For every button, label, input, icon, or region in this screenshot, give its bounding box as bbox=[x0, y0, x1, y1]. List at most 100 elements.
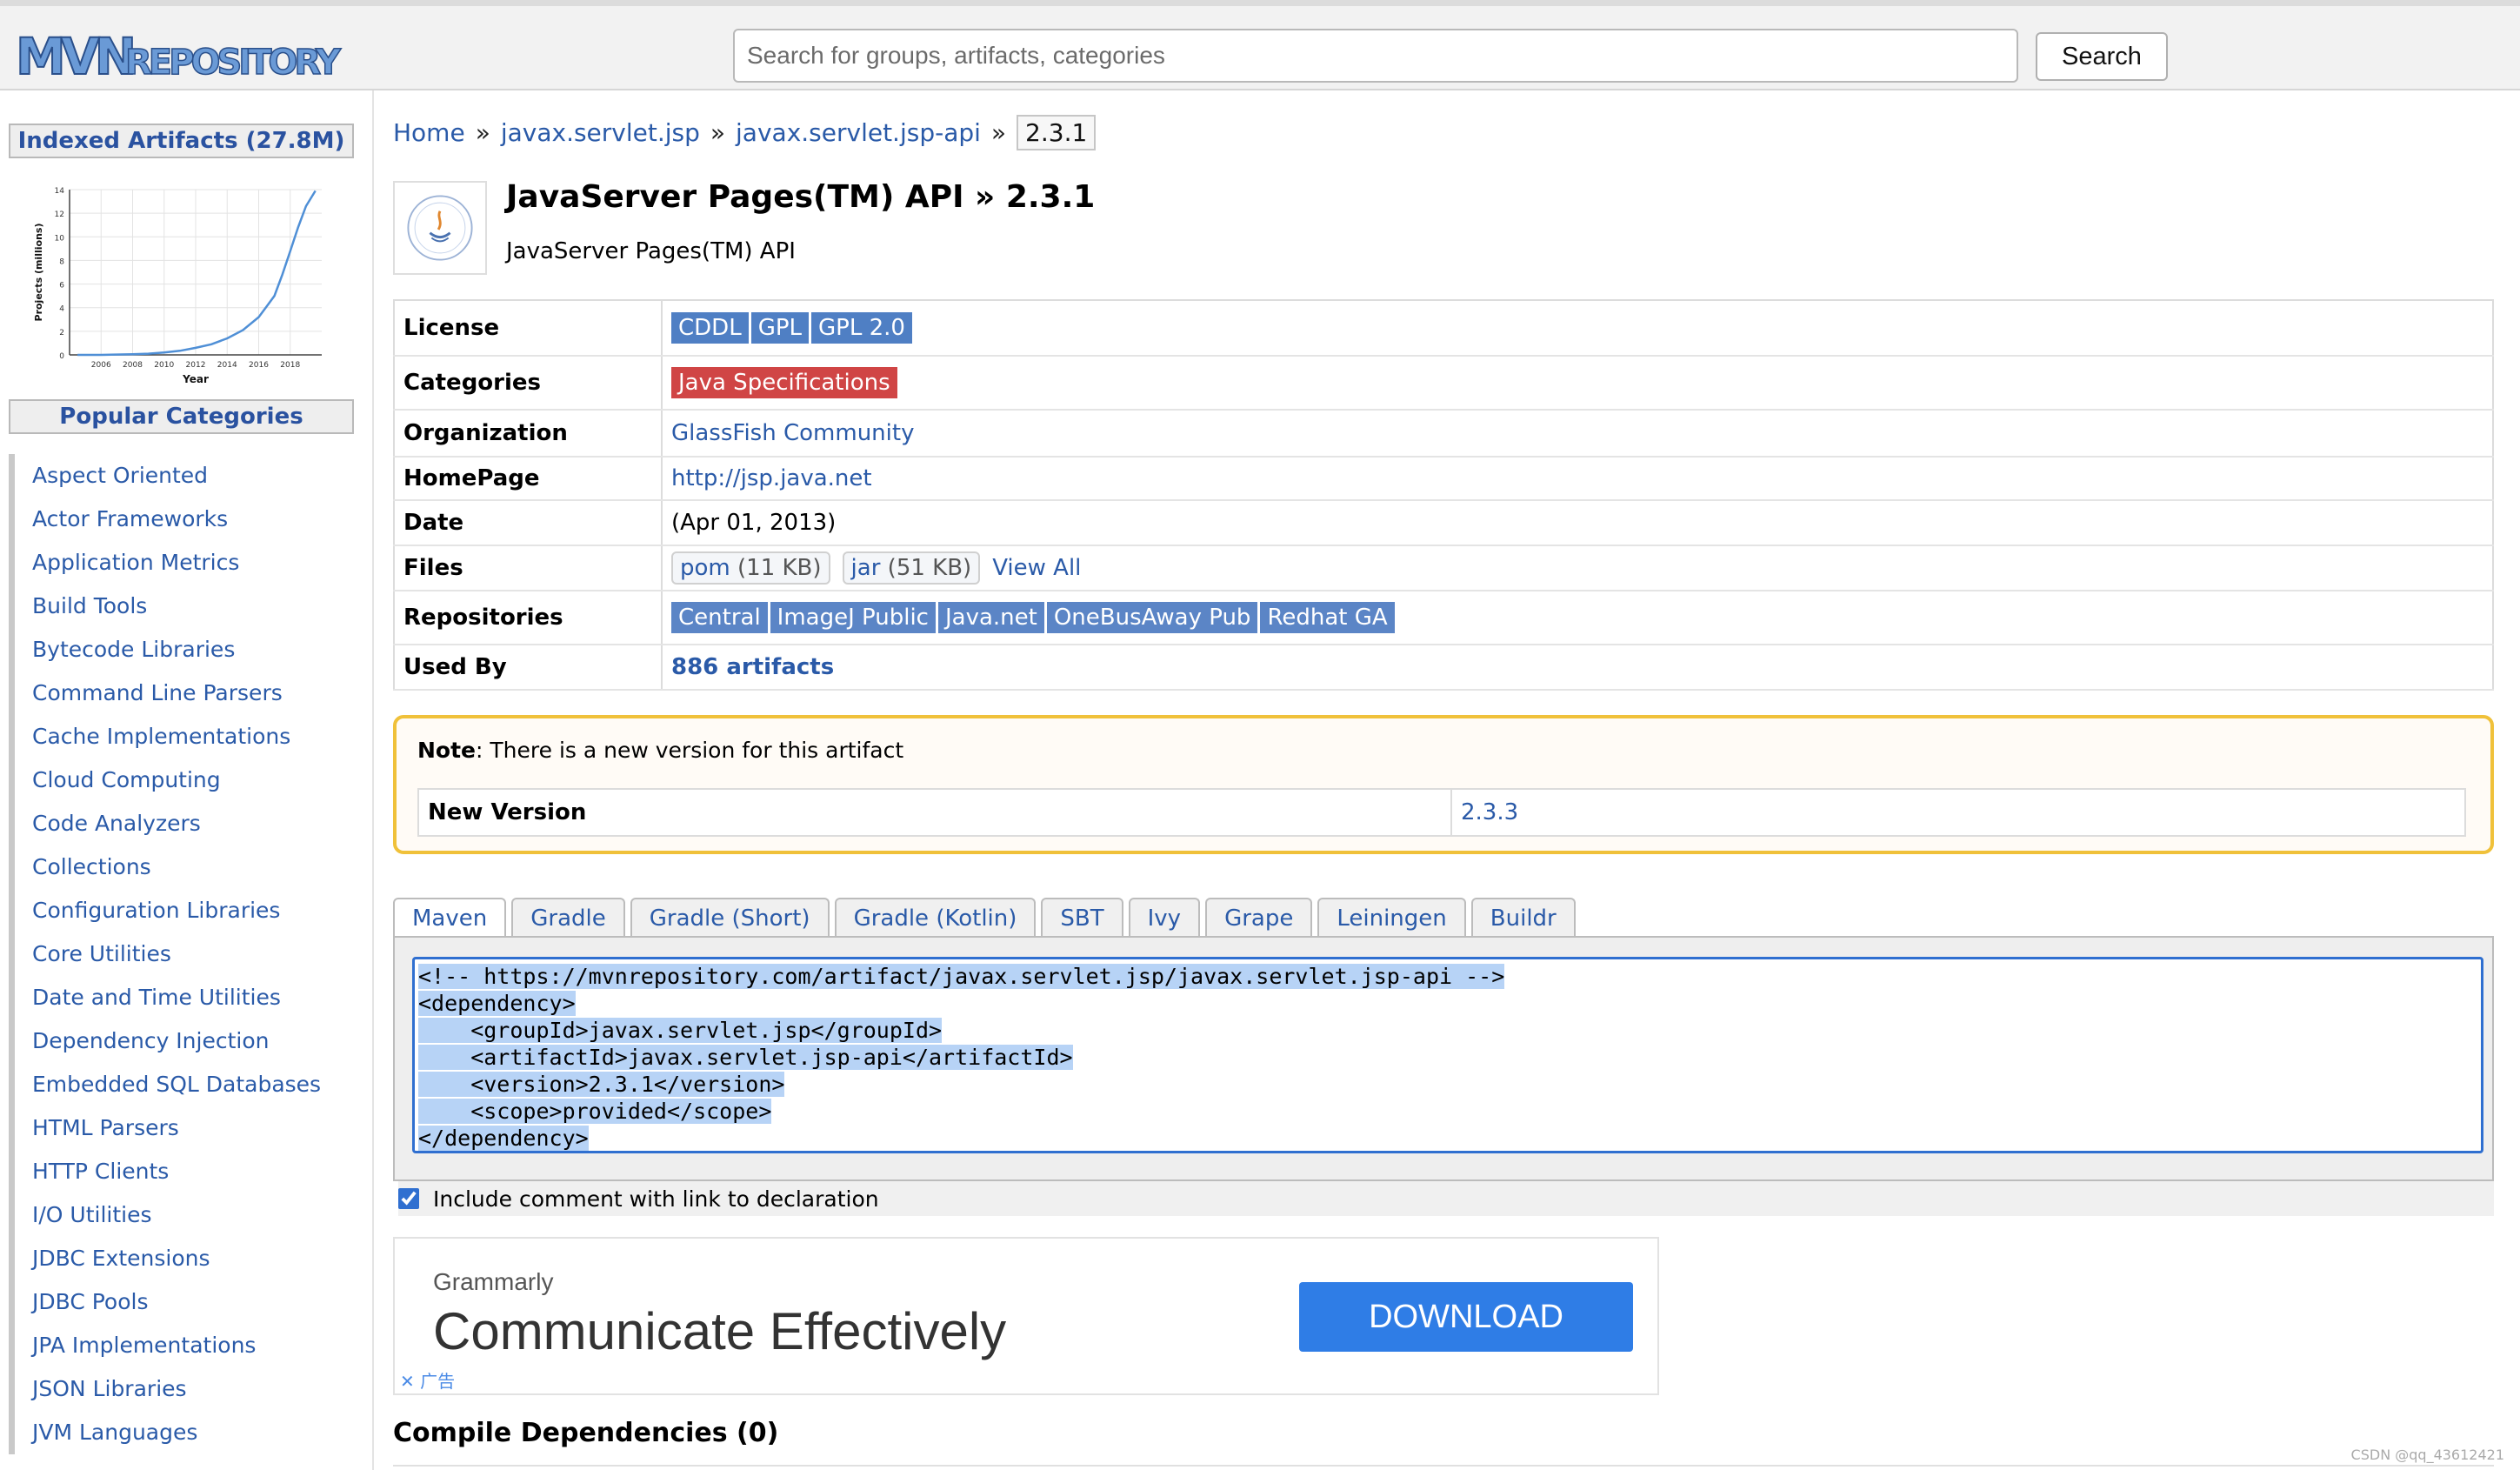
sidebar-category-link[interactable]: JPA Implementations bbox=[9, 1324, 357, 1367]
x-tick-label: 2010 bbox=[154, 361, 174, 370]
sidebar-category-link[interactable]: JVM Languages bbox=[9, 1411, 357, 1454]
repository-badge[interactable]: OneBusAway Pub bbox=[1046, 602, 1258, 633]
repository-badge[interactable]: Java.net bbox=[937, 602, 1044, 633]
sidebar-category-link[interactable]: Build Tools bbox=[9, 585, 357, 628]
x-axis-label: Year bbox=[182, 373, 209, 385]
x-tick-label: 2018 bbox=[280, 361, 300, 370]
y-tick-label: 0 bbox=[59, 352, 64, 361]
sidebar-category-link[interactable]: Collections bbox=[9, 845, 357, 889]
organization-row: Organization GlassFish Community bbox=[394, 410, 2493, 458]
sidebar-category-link[interactable]: Code Analyzers bbox=[9, 802, 357, 845]
y-tick-label: 4 bbox=[59, 305, 64, 314]
pom-file-button[interactable]: pom (11 KB) bbox=[671, 551, 830, 585]
x-tick-label: 2016 bbox=[249, 361, 269, 370]
pom-file-link[interactable]: pom bbox=[680, 555, 730, 581]
sidebar-category-link[interactable]: I/O Utilities bbox=[9, 1193, 357, 1237]
tab-leiningen[interactable]: Leiningen bbox=[1317, 898, 1466, 938]
dependency-snippet-panel: <!-- https://mvnrepository.com/artifact/… bbox=[393, 936, 2494, 1181]
view-all-files-link[interactable]: View All bbox=[992, 555, 1081, 581]
category-badge[interactable]: Java Specifications bbox=[671, 367, 897, 398]
breadcrumb-separator: » bbox=[990, 117, 1007, 147]
date-row: Date (Apr 01, 2013) bbox=[394, 500, 2493, 546]
breadcrumb-artifact-link[interactable]: javax.servlet.jsp-api bbox=[736, 118, 981, 147]
sidebar-category-link[interactable]: HTTP Clients bbox=[9, 1150, 357, 1193]
advertisement: Grammarly Communicate Effectively DOWNLO… bbox=[393, 1237, 1659, 1395]
repository-badge[interactable]: Central bbox=[671, 602, 768, 633]
ad-brand: Grammarly bbox=[433, 1268, 554, 1295]
sidebar-category-link[interactable]: JSON Libraries bbox=[9, 1367, 357, 1411]
sidebar-category-link[interactable]: Aspect Oriented bbox=[9, 454, 357, 498]
tab-gradle-kotlin[interactable]: Gradle (Kotlin) bbox=[834, 898, 1037, 938]
jar-file-size: (51 KB) bbox=[887, 555, 972, 581]
x-tick-label: 2014 bbox=[217, 361, 237, 370]
compile-dependencies-heading: Compile Dependencies (0) bbox=[393, 1418, 779, 1448]
series-line bbox=[77, 190, 317, 357]
site-header: MVN REPOSITORY Search bbox=[0, 0, 2520, 90]
license-badge[interactable]: GPL bbox=[750, 312, 809, 344]
mvnrepository-logo[interactable]: MVN REPOSITORY bbox=[12, 22, 351, 88]
tab-maven[interactable]: Maven bbox=[393, 898, 507, 939]
jar-file-button[interactable]: jar (51 KB) bbox=[842, 551, 981, 585]
used-by-label: Used By bbox=[394, 645, 663, 691]
date-value: (Apr 01, 2013) bbox=[662, 500, 2493, 546]
breadcrumb-home-link[interactable]: Home bbox=[393, 118, 465, 147]
dependency-snippet-textarea[interactable]: <!-- https://mvnrepository.com/artifact/… bbox=[412, 957, 2483, 1153]
repositories-label: Repositories bbox=[394, 591, 663, 645]
repository-badge[interactable]: Redhat GA bbox=[1260, 602, 1395, 633]
used-by-link[interactable]: 886 artifacts bbox=[671, 654, 834, 680]
new-version-link[interactable]: 2.3.3 bbox=[1452, 790, 1518, 835]
files-row: Files pom (11 KB) jar (51 KB) View All bbox=[394, 545, 2493, 591]
sidebar-category-link[interactable]: Configuration Libraries bbox=[9, 889, 357, 932]
include-comment-row: Include comment with link to declaration bbox=[398, 1181, 2494, 1216]
jar-file-link[interactable]: jar bbox=[851, 555, 881, 581]
sidebar-category-link[interactable]: Date and Time Utilities bbox=[9, 976, 357, 1019]
sidebar-category-link[interactable]: Dependency Injection bbox=[9, 1019, 357, 1063]
tab-grape[interactable]: Grape bbox=[1205, 898, 1313, 938]
artifact-logo-icon bbox=[393, 181, 487, 275]
sidebar-category-link[interactable]: Cache Implementations bbox=[9, 715, 357, 758]
tab-buildr[interactable]: Buildr bbox=[1470, 898, 1576, 938]
organization-link[interactable]: GlassFish Community bbox=[671, 420, 914, 446]
search-button[interactable]: Search bbox=[2036, 32, 2168, 81]
search-input[interactable] bbox=[733, 29, 2018, 83]
organization-label: Organization bbox=[394, 410, 663, 458]
sidebar-category-link[interactable]: Application Metrics bbox=[9, 541, 357, 585]
sidebar-category-link[interactable]: Actor Frameworks bbox=[9, 498, 357, 541]
include-comment-label[interactable]: Include comment with link to declaration bbox=[433, 1186, 879, 1212]
tab-gradle[interactable]: Gradle bbox=[511, 898, 625, 938]
breadcrumb: Home » javax.servlet.jsp » javax.servlet… bbox=[393, 113, 1097, 151]
indexed-artifacts-heading: Indexed Artifacts (27.8M) bbox=[9, 124, 354, 158]
license-row: License CDDL GPL GPL 2.0 bbox=[394, 300, 2493, 357]
tab-ivy[interactable]: Ivy bbox=[1128, 898, 1201, 938]
homepage-link[interactable]: http://jsp.java.net bbox=[671, 465, 872, 491]
sidebar-category-link[interactable]: HTML Parsers bbox=[9, 1106, 357, 1150]
tab-gradle-short[interactable]: Gradle (Short) bbox=[630, 898, 830, 938]
sidebar-category-link[interactable]: Embedded SQL Databases bbox=[9, 1063, 357, 1106]
left-sidebar: Indexed Artifacts (27.8M) 0 2 4 6 8 10 12 14 200… bbox=[0, 90, 374, 1470]
ad-close-label[interactable]: ✕ 广告 bbox=[400, 1367, 455, 1393]
license-badge[interactable]: CDDL bbox=[671, 312, 749, 344]
y-tick-label: 2 bbox=[59, 329, 64, 337]
repositories-row: Repositories Central ImageJ Public Java.ne… bbox=[394, 591, 2493, 645]
build-tool-tabs: Maven Gradle Gradle (Short) Gradle (Kotl… bbox=[393, 898, 1581, 939]
breadcrumb-group-link[interactable]: javax.servlet.jsp bbox=[501, 118, 700, 147]
include-comment-checkbox[interactable] bbox=[398, 1188, 419, 1209]
code-line: <!-- https://mvnrepository.com/artifact/… bbox=[418, 964, 1505, 989]
x-tick-label: 2006 bbox=[91, 361, 111, 370]
sidebar-category-link[interactable]: JDBC Pools bbox=[9, 1280, 357, 1324]
ad-headline[interactable]: Communicate Effectively bbox=[433, 1301, 1006, 1361]
used-by-row: Used By 886 artifacts bbox=[394, 645, 2493, 691]
sidebar-category-link[interactable]: Cloud Computing bbox=[9, 758, 357, 802]
sidebar-category-link[interactable]: Core Utilities bbox=[9, 932, 357, 976]
ad-download-button[interactable]: DOWNLOAD bbox=[1299, 1282, 1633, 1352]
sidebar-category-link[interactable]: JDBC Extensions bbox=[9, 1237, 357, 1280]
categories-row: Categories Java Specifications bbox=[394, 356, 2493, 411]
sidebar-category-link[interactable]: Command Line Parsers bbox=[9, 672, 357, 715]
repository-badge[interactable]: ImageJ Public bbox=[770, 602, 936, 633]
tab-sbt[interactable]: SBT bbox=[1041, 898, 1123, 938]
date-label: Date bbox=[394, 500, 663, 546]
license-badge[interactable]: GPL 2.0 bbox=[811, 312, 912, 344]
y-tick-label: 8 bbox=[59, 257, 64, 266]
code-line: <groupId>javax.servlet.jsp</groupId> bbox=[418, 1018, 943, 1043]
sidebar-category-link[interactable]: Bytecode Libraries bbox=[9, 628, 357, 672]
